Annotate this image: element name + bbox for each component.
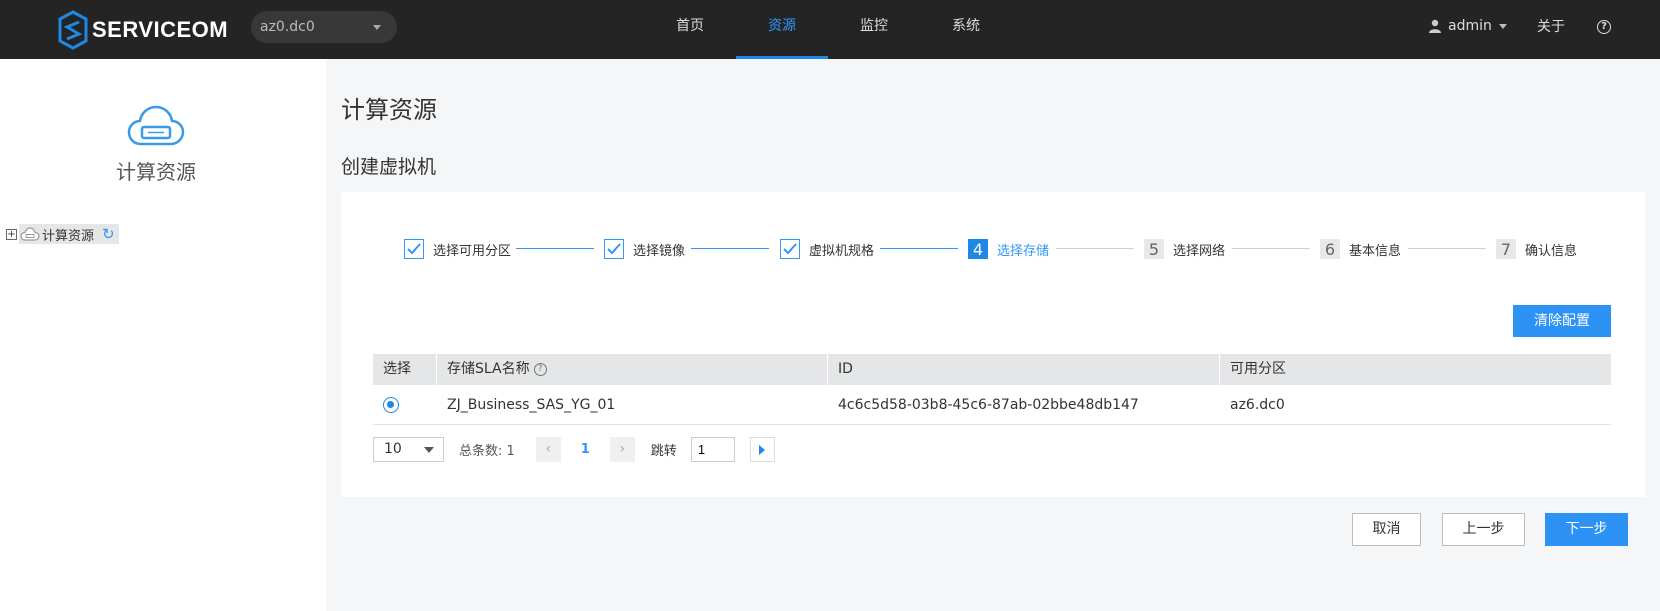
help-icon[interactable]: ? (1597, 20, 1611, 34)
cloud-server-icon (127, 105, 185, 146)
logo-icon (58, 10, 88, 50)
step-label: 选择镜像 (633, 243, 686, 259)
top-navbar: SERVICEOM az0.dc0 首页 资源 监控 系统 admin 关于 ? (0, 0, 1660, 59)
column-header-name-label: 存储SLA名称 (447, 361, 530, 377)
select-cell (373, 385, 437, 424)
chevron-down-icon (424, 447, 434, 453)
tree-node-compute[interactable]: 计算资源 ↻ (19, 224, 119, 244)
user-menu[interactable]: admin (1428, 0, 1507, 52)
next-page-button[interactable]: › (609, 437, 635, 462)
column-header-select: 选择 (373, 354, 437, 385)
check-icon (604, 239, 624, 259)
step-7: 7 确认信息 (1496, 238, 1577, 260)
step-4: 4 选择存储 (968, 238, 1049, 260)
main-nav: 首页 资源 监控 系统 (644, 0, 1012, 59)
column-header-id: ID (828, 354, 1220, 385)
az-cell: az6.dc0 (1230, 397, 1285, 413)
az-select-value: az0.dc0 (260, 19, 315, 35)
step-connector (880, 248, 958, 249)
step-label: 虚拟机规格 (809, 243, 875, 259)
step-label: 选择存储 (997, 243, 1050, 259)
cloud-icon (20, 227, 40, 241)
step-label: 基本信息 (1349, 243, 1402, 259)
user-name: admin (1448, 18, 1492, 34)
previous-step-button[interactable]: 上一步 (1442, 513, 1525, 546)
step-2: 选择镜像 (604, 238, 685, 260)
az-select[interactable]: az0.dc0 (251, 11, 397, 43)
step-number: 5 (1144, 239, 1164, 259)
step-number: 4 (968, 239, 988, 259)
step-connector (1232, 248, 1310, 249)
help-icon[interactable]: ? (533, 363, 547, 376)
check-icon (404, 239, 424, 259)
page-title: 计算资源 (341, 96, 437, 124)
table-header: 选择 存储SLA名称 ? ID 可用分区 (373, 354, 1611, 385)
pagination: 10 总条数: 1 ‹ 1 › 跳转 (373, 437, 775, 462)
refresh-icon[interactable]: ↻ (102, 225, 115, 243)
step-number: 7 (1496, 239, 1516, 259)
sidebar-title: 计算资源 (116, 160, 196, 184)
total-count: 总条数: 1 (459, 444, 515, 459)
page-number[interactable]: 1 (573, 437, 598, 462)
sla-name-cell: ZJ_Business_SAS_YG_01 (447, 397, 616, 413)
step-connector (516, 248, 594, 249)
jump-page-input[interactable] (690, 437, 735, 462)
storage-sla-table: 选择 存储SLA名称 ? ID 可用分区 ZJ_Business_SAS_YG_… (373, 354, 1611, 425)
tree-node-label: 计算资源 (42, 228, 95, 244)
nav-monitoring[interactable]: 监控 (828, 0, 920, 59)
step-label: 选择网络 (1173, 243, 1226, 259)
table-row[interactable]: ZJ_Business_SAS_YG_01 4c6c5d58-03b8-45c6… (373, 385, 1611, 425)
section-title: 创建虚拟机 (341, 156, 437, 178)
logo-text: SERVICEOM (92, 17, 229, 42)
id-cell: 4c6c5d58-03b8-45c6-87ab-02bbe48db147 (838, 397, 1139, 413)
step-label: 选择可用分区 (433, 243, 512, 259)
play-icon (759, 444, 766, 455)
row-radio[interactable] (383, 397, 399, 413)
step-connector (1056, 248, 1134, 249)
page-size-value: 10 (384, 441, 402, 457)
step-1: 选择可用分区 (404, 238, 511, 260)
step-6: 6 基本信息 (1320, 238, 1401, 260)
clear-config-button[interactable]: 清除配置 (1513, 305, 1611, 337)
column-header-az: 可用分区 (1230, 361, 1286, 377)
step-3: 虚拟机规格 (780, 238, 874, 260)
prev-page-button[interactable]: ‹ (535, 437, 561, 462)
step-label: 确认信息 (1525, 243, 1578, 259)
resource-tree: + 计算资源 ↻ (6, 224, 119, 244)
check-icon (780, 239, 800, 259)
column-header-name: 存储SLA名称 ? (437, 354, 828, 385)
step-number: 6 (1320, 239, 1340, 259)
chevron-down-icon (373, 25, 381, 30)
expand-icon[interactable]: + (6, 228, 17, 240)
step-5: 5 选择网络 (1144, 238, 1225, 260)
nav-resources[interactable]: 资源 (736, 0, 828, 59)
jump-go-button[interactable] (749, 437, 775, 462)
user-icon (1429, 19, 1441, 33)
cancel-button[interactable]: 取消 (1352, 513, 1421, 546)
nav-home[interactable]: 首页 (644, 0, 736, 59)
page-size-select[interactable]: 10 (373, 437, 444, 462)
chevron-down-icon (1498, 23, 1507, 29)
step-connector (691, 248, 769, 249)
step-connector (1408, 248, 1486, 249)
nav-system[interactable]: 系统 (920, 0, 1012, 59)
jump-label: 跳转 (650, 444, 677, 459)
next-step-button[interactable]: 下一步 (1545, 513, 1628, 546)
serviceom-logo[interactable]: SERVICEOM (58, 8, 228, 52)
sidebar: 计算资源 + 计算资源 ↻ (0, 59, 326, 611)
about-link[interactable]: 关于 (1537, 0, 1565, 55)
